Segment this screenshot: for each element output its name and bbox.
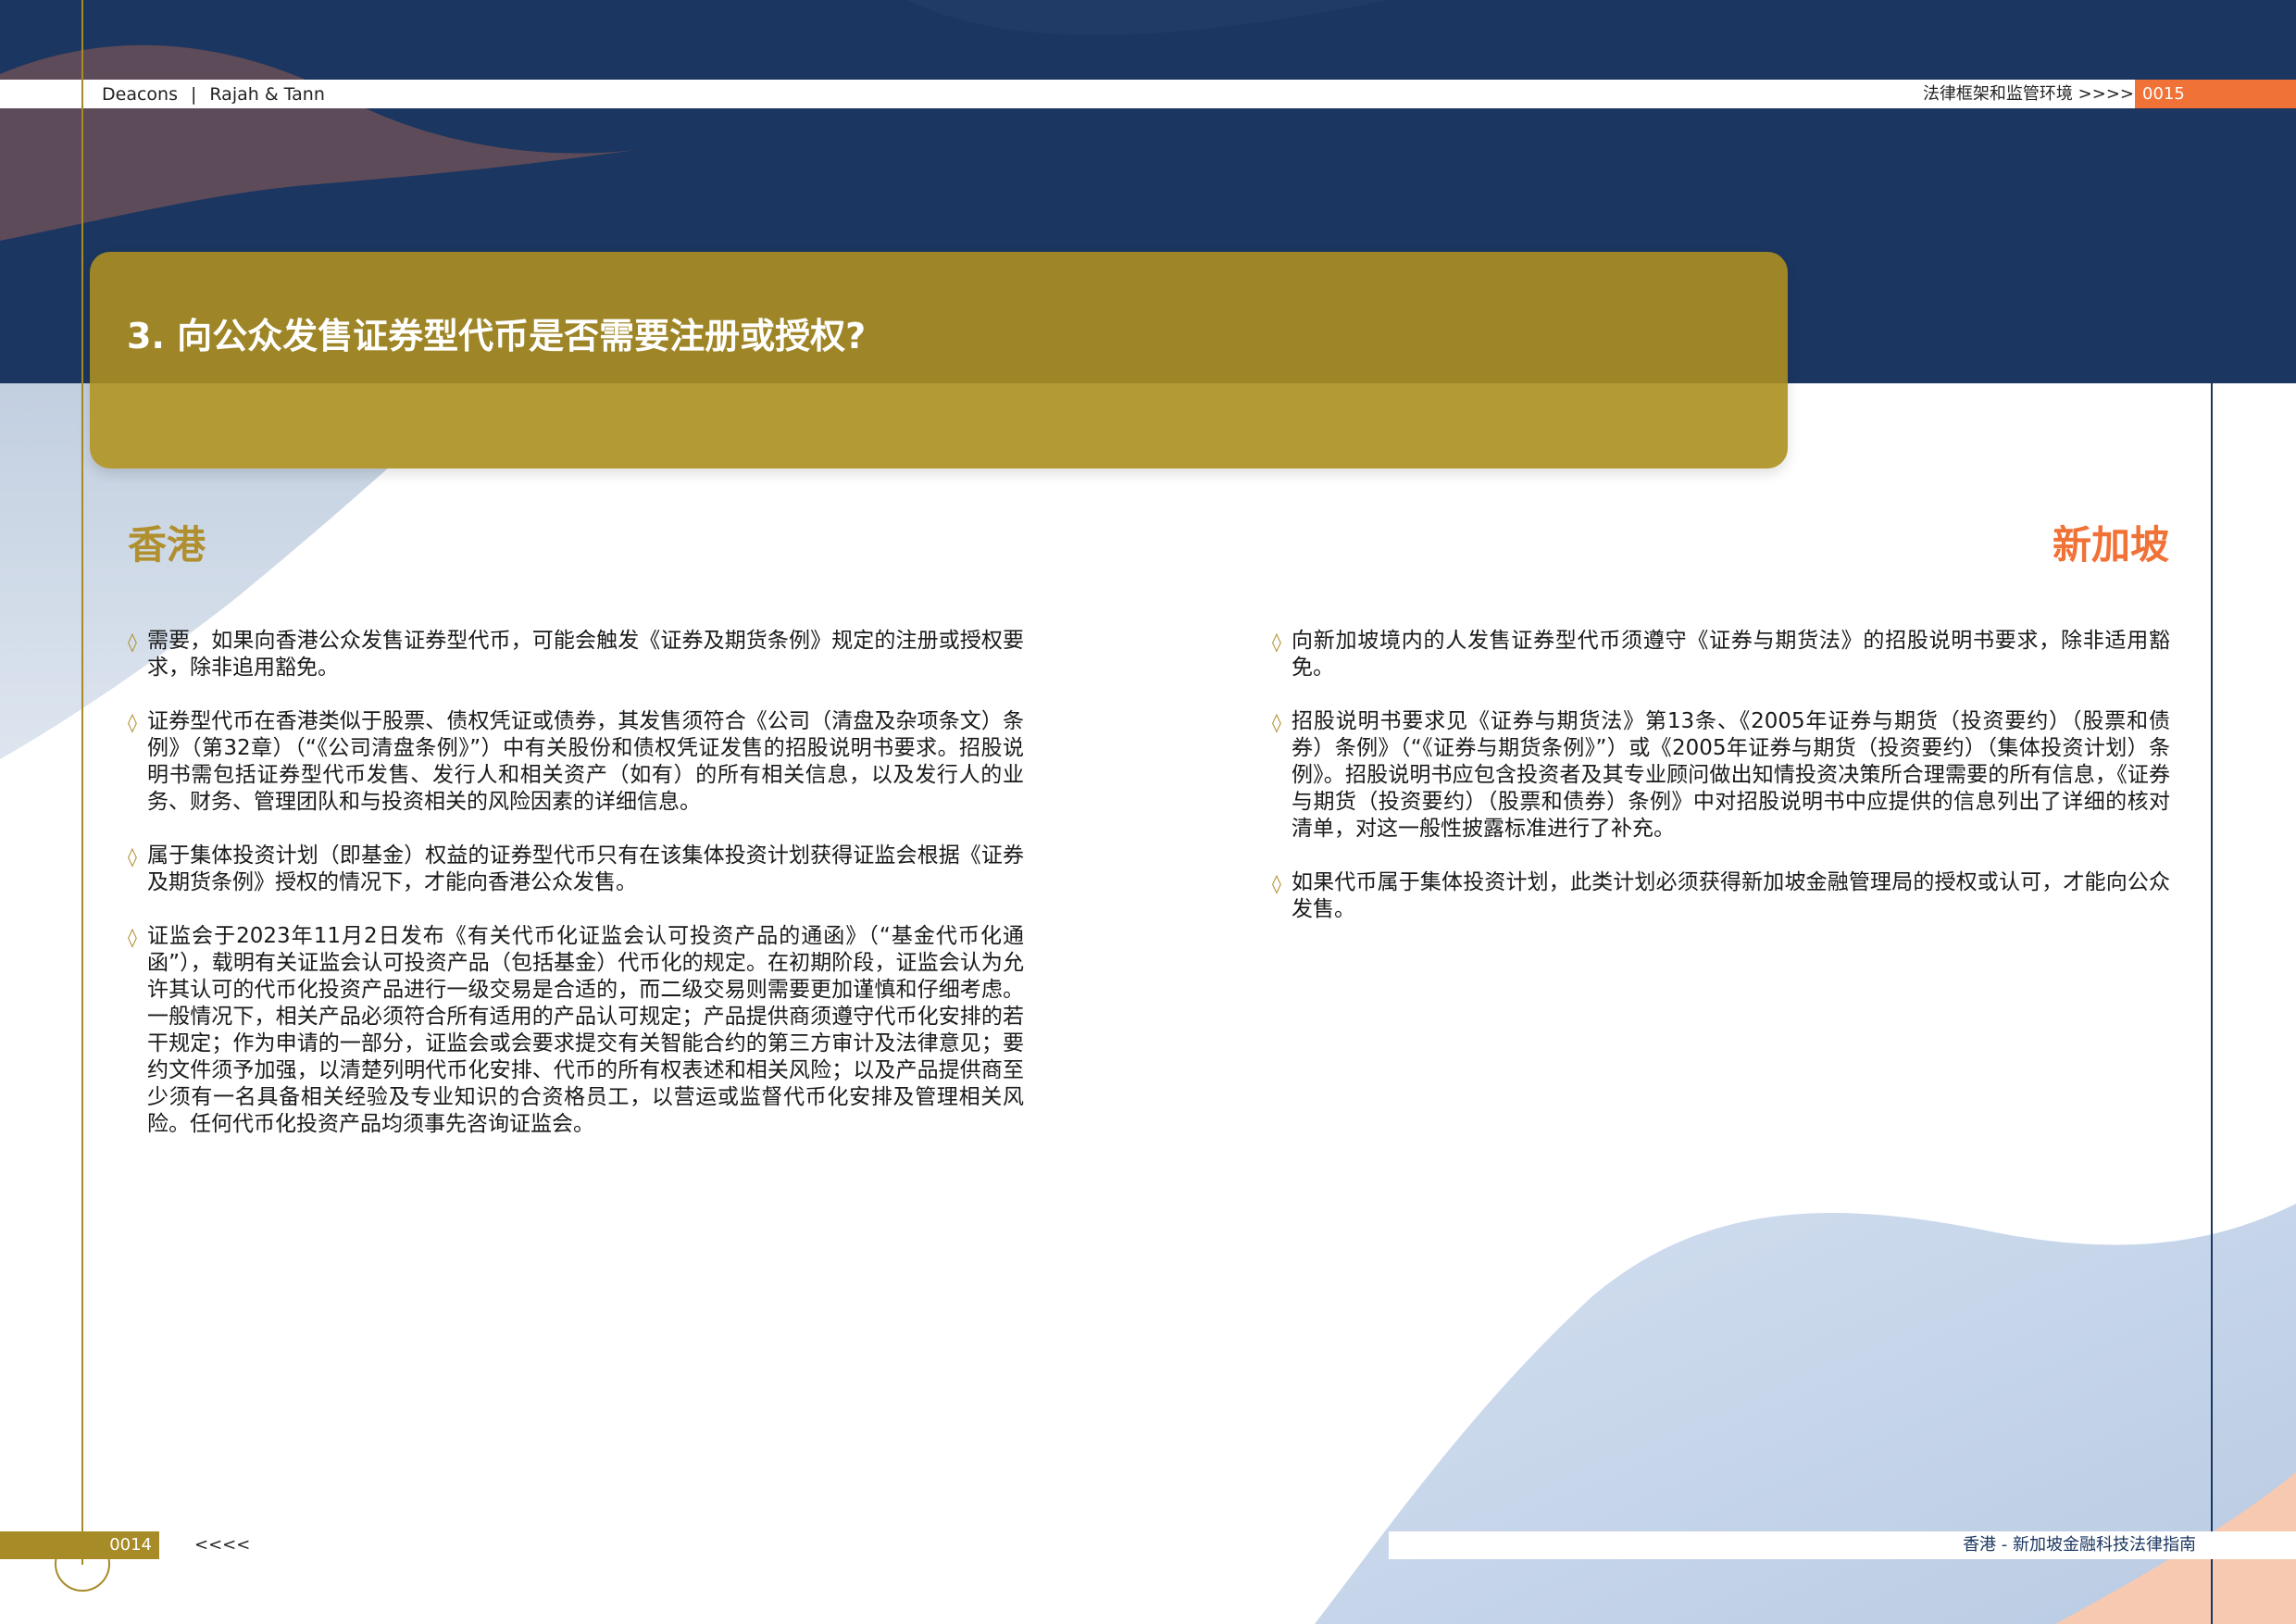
list-item: ◊ 需要，如果向香港公众发售证券型代币，可能会触发《证券及期货条例》规定的注册或授… <box>128 628 1024 681</box>
brand-deacons: Deacons <box>102 84 178 105</box>
brand-names: Deacons | Rajah & Tann <box>102 81 325 107</box>
list-item: ◊ 招股说明书要求见《证券与期货法》第13条、《2005年证券与期货（投资要约）（… <box>1272 708 2170 843</box>
list-item-text: 证券型代币在香港类似于股票、债权凭证或债券，其发售须符合《公司（清盘及杂项条文）… <box>147 709 1024 814</box>
diamond-bullet-icon: ◊ <box>128 845 137 868</box>
list-item: ◊ 如果代币属于集体投资计划，此类计划必须获得新加坡金融管理局的授权或认可，才能向… <box>1272 869 2170 923</box>
diamond-bullet-icon: ◊ <box>1272 631 1281 653</box>
list-item: ◊ 属于集体投资计划（即基金）权益的证券型代币只有在该集体投资计划获得证监会根据《… <box>128 843 1024 896</box>
diamond-bullet-icon: ◊ <box>1272 711 1281 733</box>
back-nav-link[interactable]: <<<< <box>194 1531 250 1559</box>
list-item-text: 如果代币属于集体投资计划，此类计划必须获得新加坡金融管理局的授权或认可，才能向公… <box>1292 870 2170 921</box>
left-vertical-rule <box>81 0 83 1565</box>
list-item-text: 证监会于2023年11月2日发布《有关代币化证监会认可投资产品的通函》（“基金代… <box>147 924 1024 1136</box>
brand-rajah-tann: Rajah & Tann <box>209 84 325 105</box>
diamond-bullet-icon: ◊ <box>128 631 137 653</box>
list-item-text: 属于集体投资计划（即基金）权益的证券型代币只有在该集体投资计划获得证监会根据《证… <box>147 843 1024 894</box>
page-number-tab-left: 0014 <box>0 1531 159 1559</box>
hong-kong-list: ◊ 需要，如果向香港公众发售证券型代币，可能会触发《证券及期货条例》规定的注册或授… <box>128 628 1024 1165</box>
section-nav-link[interactable]: 法律框架和监管环境 >>>> <box>1923 81 2134 107</box>
list-item-text: 需要，如果向香港公众发售证券型代币，可能会触发《证券及期货条例》规定的注册或授权… <box>147 629 1024 680</box>
bottom-blue-wave <box>1315 1204 2296 1624</box>
brand-separator: | <box>190 84 197 105</box>
page-number-left: 0014 <box>109 1535 152 1555</box>
hong-kong-heading: 香港 <box>128 522 206 568</box>
list-item-text: 向新加坡境内的人发售证券型代币须遵守《证券与期货法》的招股说明书要求，除非适用豁… <box>1292 629 2170 680</box>
page-number-right: 0015 <box>2142 84 2185 104</box>
page-number-tab-right: 0015 <box>2135 80 2296 108</box>
question-title: 3. 向公众发售证券型代币是否需要注册或授权? <box>127 316 867 356</box>
list-item: ◊ 证券型代币在香港类似于股票、债权凭证或债券，其发售须符合《公司（清盘及杂项条文… <box>128 708 1024 816</box>
singapore-heading: 新加坡 <box>2052 522 2169 568</box>
diamond-bullet-icon: ◊ <box>128 711 137 733</box>
singapore-list: ◊ 向新加坡境内的人发售证券型代币须遵守《证券与期货法》的招股说明书要求，除非适用… <box>1272 628 2170 950</box>
right-vertical-rule <box>2211 380 2213 1624</box>
diamond-bullet-icon: ◊ <box>1272 872 1281 894</box>
list-item: ◊ 证监会于2023年11月2日发布《有关代币化证监会认可投资产品的通函》（“基金… <box>128 923 1024 1138</box>
diamond-bullet-icon: ◊ <box>128 926 137 948</box>
list-item-text: 招股说明书要求见《证券与期货法》第13条、《2005年证券与期货（投资要约）（股… <box>1292 709 2170 841</box>
question-banner: 3. 向公众发售证券型代币是否需要注册或授权? <box>90 252 1788 468</box>
guide-title: 香港 - 新加坡金融科技法律指南 <box>1963 1535 2196 1555</box>
list-item: ◊ 向新加坡境内的人发售证券型代币须遵守《证券与期货法》的招股说明书要求，除非适用… <box>1272 628 2170 681</box>
